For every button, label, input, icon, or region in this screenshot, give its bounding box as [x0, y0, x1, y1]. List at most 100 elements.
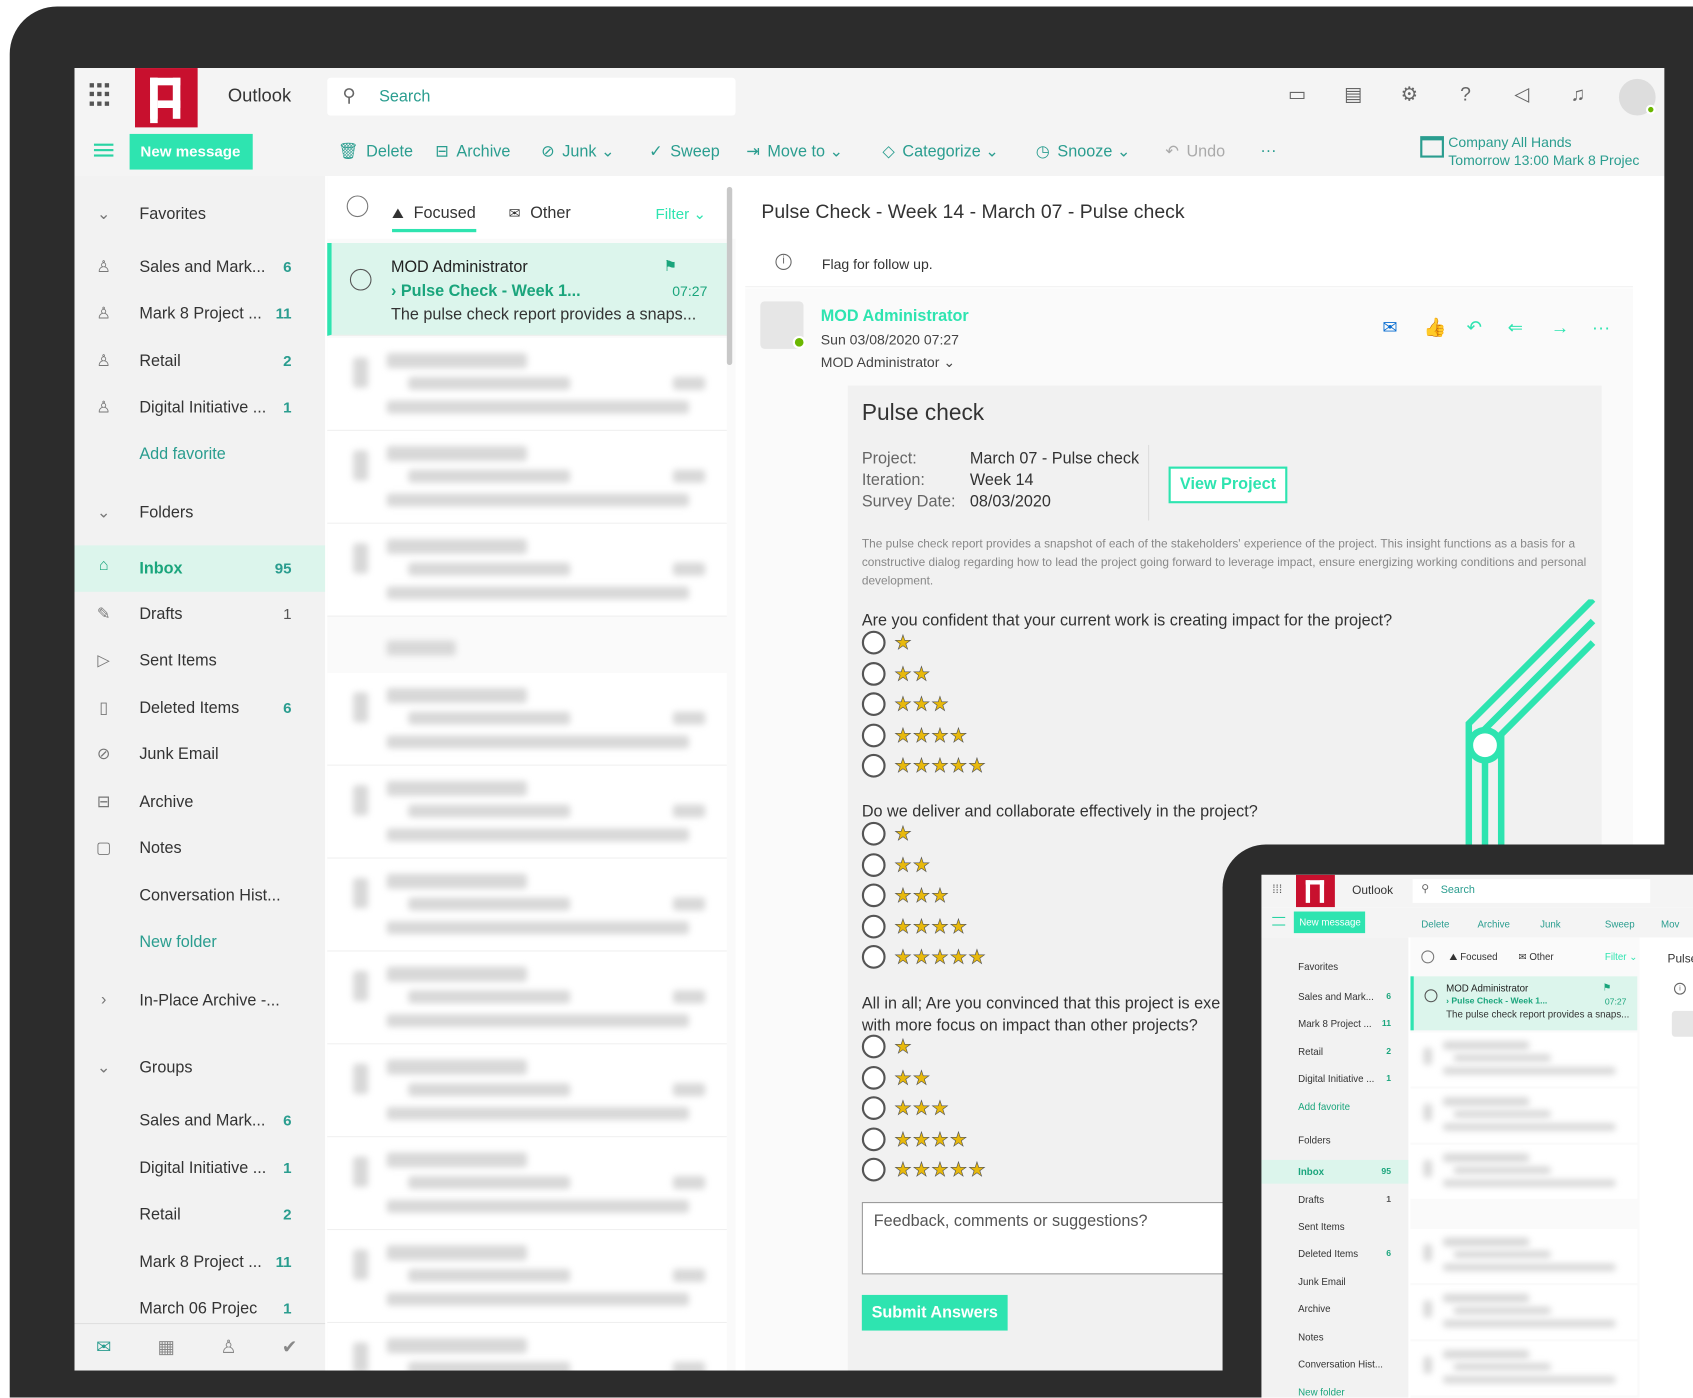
mini-nav-item[interactable]: Junk Email: [1261, 1270, 1408, 1294]
mini-select-all[interactable]: [1421, 950, 1435, 964]
mini-nav-item[interactable]: Conversation Hist...: [1261, 1352, 1408, 1376]
folder-drafts[interactable]: ✎ Drafts 1: [75, 593, 326, 636]
like-icon[interactable]: 👍: [1423, 318, 1446, 340]
mini-nav-item[interactable]: Sales and Mark... 6: [1261, 985, 1408, 1009]
calendar-icon[interactable]: ▦: [158, 1337, 175, 1359]
message-item[interactable]: [327, 858, 727, 952]
add-favorite-link[interactable]: Add favorite: [75, 433, 326, 476]
upcoming-event[interactable]: Company All Hands Tomorrow 13:00 Mark 8 P…: [1448, 133, 1639, 170]
folder-inbox[interactable]: ⌂ Inbox 95: [74, 545, 326, 592]
message-item[interactable]: [327, 1044, 727, 1138]
more-actions-button[interactable]: ···: [1260, 141, 1276, 159]
message-item[interactable]: [327, 1137, 727, 1231]
more-icon[interactable]: ···: [1592, 318, 1610, 340]
group-item[interactable]: Digital Initiative ... 1: [75, 1147, 326, 1190]
folder-notes[interactable]: ▢ Notes: [75, 827, 326, 870]
mini-app-launcher-icon[interactable]: ⁞⁞⁞: [1272, 883, 1282, 896]
select-all-checkbox[interactable]: [346, 195, 369, 218]
mini-nav-item[interactable]: Digital Initiative ... 1: [1261, 1067, 1408, 1091]
message-item[interactable]: [327, 430, 727, 524]
message-item[interactable]: [327, 672, 727, 766]
favorite-item[interactable]: ♙ Sales and Mark... 6: [75, 246, 326, 289]
hamburger-icon[interactable]: [93, 143, 114, 157]
groups-header[interactable]: ⌄ Groups: [75, 1047, 326, 1090]
gear-icon[interactable]: ⚙: [1396, 83, 1422, 109]
radio-button[interactable]: [861, 852, 886, 877]
mini-message-item[interactable]: [1410, 1088, 1638, 1143]
mini-nav-item[interactable]: Deleted Items 6: [1261, 1242, 1408, 1266]
list-scrollbar[interactable]: [726, 186, 733, 366]
move-to-button[interactable]: ⇥ Move to ⌄: [746, 141, 843, 161]
radio-button[interactable]: [861, 914, 886, 938]
group-item[interactable]: Mark 8 Project ... 11: [75, 1241, 326, 1284]
mini-nav-item[interactable]: Retail 2: [1261, 1040, 1408, 1064]
tab-focused[interactable]: ⛰ Focused: [392, 204, 476, 233]
mini-nav-item[interactable]: Add favorite: [1261, 1095, 1408, 1119]
mini-nav-item[interactable]: Drafts 1: [1261, 1188, 1408, 1212]
sweep-button[interactable]: ✓ Sweep: [649, 141, 720, 161]
snooze-button[interactable]: ◷ Snooze ⌄: [1036, 141, 1131, 161]
mini-message-selected[interactable]: MOD Administrator ⚑ › Pulse Check - Week…: [1410, 976, 1638, 1031]
undo-button[interactable]: ↶ Undo: [1165, 141, 1225, 161]
forward-icon[interactable]: →: [1551, 318, 1569, 340]
folder-conversation-history[interactable]: Conversation Hist...: [75, 875, 326, 918]
radio-button[interactable]: [861, 692, 886, 717]
mini-message-item[interactable]: [1410, 1341, 1638, 1396]
radio-button[interactable]: [861, 630, 886, 655]
in-place-archive[interactable]: › In-Place Archive -...: [75, 980, 326, 1023]
mini-nav-item[interactable]: Notes: [1261, 1325, 1408, 1349]
tab-other[interactable]: ✉ Other: [509, 204, 571, 222]
mini-nav-item[interactable]: Archive: [1261, 1297, 1408, 1321]
message-item[interactable]: [327, 765, 727, 859]
categorize-button[interactable]: ◇ Categorize ⌄: [882, 141, 998, 161]
recipient[interactable]: MOD Administrator ⌄: [821, 354, 955, 371]
calendar-check-icon[interactable]: ▤: [1340, 83, 1366, 109]
sender-avatar[interactable]: [760, 301, 806, 349]
junk-button[interactable]: ⊘ Junk ⌄: [541, 141, 614, 161]
feedback-input[interactable]: Feedback, comments or suggestions?: [861, 1202, 1273, 1275]
mini-message-item[interactable]: [1410, 1229, 1638, 1284]
folder-archive[interactable]: ⊟ Archive: [75, 781, 326, 824]
radio-button[interactable]: [861, 723, 886, 747]
people-icon[interactable]: ♙: [220, 1337, 236, 1359]
radio-button[interactable]: [861, 661, 886, 686]
mini-flag-icon[interactable]: ⚑: [1603, 982, 1612, 994]
app-launcher-icon[interactable]: [89, 83, 114, 107]
mini-hamburger-icon[interactable]: [1272, 916, 1286, 926]
bell-icon[interactable]: ♫: [1565, 83, 1591, 109]
mini-sender-avatar[interactable]: [1671, 1010, 1693, 1037]
archive-button[interactable]: ⊟ Archive: [435, 141, 510, 161]
new-message-button[interactable]: New message: [129, 133, 253, 170]
skype-chat-icon[interactable]: ▭: [1284, 83, 1310, 109]
folder-sent[interactable]: ▷ Sent Items: [75, 639, 326, 682]
message-item[interactable]: [327, 1230, 727, 1323]
radio-button[interactable]: [861, 1034, 886, 1059]
favorite-item[interactable]: ♙ Digital Initiative ... 1: [75, 387, 326, 430]
message-item[interactable]: [327, 951, 727, 1045]
message-item-selected[interactable]: MOD Administrator ⚑ › Pulse Check - Week…: [327, 243, 727, 336]
user-avatar[interactable]: [1618, 78, 1656, 116]
reply-all-icon[interactable]: ⇐: [1508, 318, 1523, 340]
group-item[interactable]: Retail 2: [75, 1193, 326, 1236]
folder-junk[interactable]: ⊘ Junk Email: [75, 733, 326, 776]
mini-junk-button[interactable]: Junk: [1540, 919, 1561, 930]
radio-button[interactable]: [861, 1157, 886, 1182]
mini-nav-item[interactable]: Favorites: [1261, 955, 1408, 979]
favorite-item[interactable]: ♙ Retail 2: [75, 340, 326, 383]
mini-sweep-button[interactable]: Sweep: [1605, 919, 1635, 930]
view-project-button[interactable]: View Project: [1168, 466, 1288, 504]
mini-move-button[interactable]: Mov: [1661, 919, 1679, 930]
message-item[interactable]: [327, 523, 727, 617]
mini-search-box[interactable]: ⚲ Search: [1412, 879, 1651, 903]
search-placeholder[interactable]: Search: [379, 87, 430, 105]
mini-tab-other[interactable]: ✉ Other: [1518, 951, 1553, 963]
favorites-header[interactable]: ⌄ Favorites: [75, 193, 326, 236]
radio-button[interactable]: [861, 945, 886, 969]
sender-name[interactable]: MOD Administrator: [821, 307, 969, 325]
mini-filter[interactable]: Filter ⌄: [1605, 951, 1637, 963]
filter-button[interactable]: Filter ⌄: [656, 205, 706, 223]
megaphone-icon[interactable]: ◁: [1509, 83, 1535, 109]
submit-answers-button[interactable]: Submit Answers: [861, 1294, 1008, 1331]
mini-nav-item[interactable]: New folder: [1261, 1380, 1408, 1398]
tasks-icon[interactable]: ✔: [282, 1337, 297, 1359]
